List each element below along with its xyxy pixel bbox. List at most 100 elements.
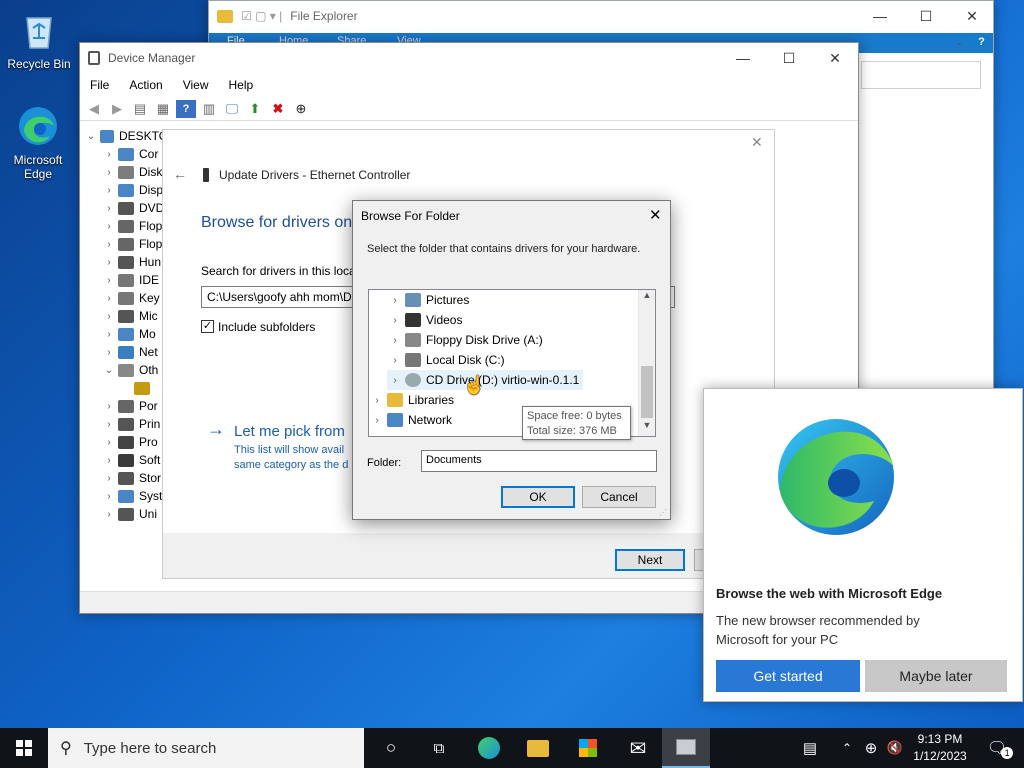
scroll-thumb[interactable] xyxy=(641,366,653,418)
folder-tree-item[interactable]: › Libraries xyxy=(369,390,454,410)
update-driver-icon[interactable]: ⬆ xyxy=(245,100,265,118)
tree-item[interactable]: › Stor xyxy=(102,469,161,487)
chevron-down-icon[interactable]: ⌄ xyxy=(84,131,98,142)
minimize-button[interactable]: — xyxy=(857,1,903,31)
action-pane-icon[interactable]: ▥ xyxy=(199,100,219,118)
tree-item[interactable]: ⌄ Oth xyxy=(102,361,159,379)
tree-item[interactable]: › Hun xyxy=(102,253,161,271)
tree-item[interactable]: › Cor xyxy=(102,145,158,163)
folder-tree-item[interactable]: › Videos xyxy=(387,310,462,330)
chevron-right-icon[interactable]: › xyxy=(387,295,403,306)
clock[interactable]: 9:13 PM 1/12/2023 xyxy=(910,728,970,768)
chevron-right-icon[interactable]: › xyxy=(369,415,385,426)
chevron-right-icon[interactable]: › xyxy=(102,329,116,340)
cortana-icon[interactable]: ○ xyxy=(368,728,414,768)
microsoft-edge-desktop-icon[interactable]: Microsoft Edge xyxy=(3,104,73,181)
tree-item[interactable]: › Net xyxy=(102,343,157,361)
taskbar-news-icon[interactable]: ▤ xyxy=(796,728,824,768)
volume-muted-icon[interactable]: 🔇 xyxy=(884,728,906,768)
quick-access-icons[interactable]: ☑ ▢ ▾ | xyxy=(241,9,282,23)
menu-help[interactable]: Help xyxy=(229,78,254,92)
properties-icon[interactable]: ▦ xyxy=(153,100,173,118)
tree-item[interactable]: › Key xyxy=(102,289,159,307)
close-icon[interactable]: ✕ xyxy=(649,206,662,224)
show-hidden-icons-chevron[interactable]: ⌃ xyxy=(838,728,856,768)
include-subfolders-checkbox[interactable]: ✓ xyxy=(201,320,214,333)
scan-hardware-icon[interactable]: 🖵 xyxy=(222,100,242,118)
cancel-button[interactable]: Cancel xyxy=(582,486,656,508)
chevron-right-icon[interactable]: › xyxy=(369,395,385,406)
chevron-right-icon[interactable]: › xyxy=(102,221,116,232)
task-view-icon[interactable]: ⧉ xyxy=(416,728,462,768)
chevron-right-icon[interactable]: › xyxy=(102,275,116,286)
maybe-later-button[interactable]: Maybe later xyxy=(865,660,1007,692)
recycle-bin-icon[interactable]: Recycle Bin xyxy=(4,8,74,71)
tree-item[interactable]: › Pro xyxy=(102,433,157,451)
chevron-right-icon[interactable]: › xyxy=(102,311,116,322)
back-arrow-icon[interactable]: ← xyxy=(173,166,187,182)
notification-center-icon[interactable]: 🗨 1 xyxy=(980,728,1020,768)
ok-button[interactable]: OK xyxy=(501,486,575,508)
chevron-right-icon[interactable]: › xyxy=(387,355,403,366)
forward-arrow-icon[interactable]: ▶ xyxy=(107,100,127,118)
next-button[interactable]: Next xyxy=(615,549,685,571)
tree-item[interactable]: › Flop xyxy=(102,235,162,253)
chevron-right-icon[interactable]: › xyxy=(102,491,116,502)
tree-item[interactable]: › Mo xyxy=(102,325,155,343)
help-icon[interactable]: ? xyxy=(973,34,990,51)
tree-item[interactable]: › Soft xyxy=(102,451,160,469)
taskbar-edge-icon[interactable] xyxy=(466,728,512,768)
tree-item[interactable]: › DVD xyxy=(102,199,162,217)
menu-action[interactable]: Action xyxy=(129,78,162,92)
tree-item[interactable]: › Disp xyxy=(102,181,162,199)
scroll-up-icon[interactable]: ▲ xyxy=(639,290,655,306)
show-hide-console-tree-icon[interactable]: ▤ xyxy=(130,100,150,118)
tree-item[interactable] xyxy=(118,379,155,397)
maximize-button[interactable]: ☐ xyxy=(766,43,812,73)
chevron-right-icon[interactable]: › xyxy=(102,509,116,520)
tree-item[interactable]: › Mic xyxy=(102,307,157,325)
chevron-right-icon[interactable]: › xyxy=(102,455,116,466)
chevron-right-icon[interactable]: › xyxy=(102,437,116,448)
chevron-right-icon[interactable]: › xyxy=(102,293,116,304)
menu-view[interactable]: View xyxy=(183,78,209,92)
let-me-pick-link[interactable]: Let me pick from xyxy=(234,423,345,440)
maximize-button[interactable]: ☐ xyxy=(903,1,949,31)
folder-tree-item[interactable]: › Pictures xyxy=(387,290,469,310)
taskbar-device-manager-icon[interactable] xyxy=(662,728,710,768)
chevron-down-icon[interactable]: ⌄ xyxy=(102,365,116,376)
taskbar-search-box[interactable]: ⚲ Type here to search xyxy=(48,728,364,768)
vertical-scrollbar[interactable]: ▲ ▼ xyxy=(638,290,655,436)
close-button[interactable]: ✕ xyxy=(812,43,858,73)
chevron-right-icon[interactable]: › xyxy=(387,335,403,346)
chevron-right-icon[interactable]: › xyxy=(387,315,403,326)
start-button[interactable] xyxy=(0,728,48,768)
tree-item[interactable]: › Uni xyxy=(102,505,157,523)
back-arrow-icon[interactable]: ◀ xyxy=(84,100,104,118)
get-started-button[interactable]: Get started xyxy=(716,660,860,692)
tree-item[interactable]: › Disk xyxy=(102,163,162,181)
chevron-right-icon[interactable]: › xyxy=(102,167,116,178)
file-explorer-search-box[interactable] xyxy=(861,61,981,89)
chevron-right-icon[interactable]: › xyxy=(102,347,116,358)
close-icon[interactable]: ✕ xyxy=(751,134,763,151)
chevron-right-icon[interactable]: › xyxy=(102,401,116,412)
chevron-right-icon[interactable]: › xyxy=(102,185,116,196)
taskbar-file-explorer-icon[interactable] xyxy=(514,728,562,768)
tree-item[interactable]: › Prin xyxy=(102,415,160,433)
menu-file[interactable]: File xyxy=(90,78,109,92)
ribbon-expand-icon[interactable]: ⌄ xyxy=(955,37,963,48)
scroll-down-icon[interactable]: ▼ xyxy=(639,420,655,436)
minimize-button[interactable]: — xyxy=(720,43,766,73)
tree-item[interactable]: › Por xyxy=(102,397,157,415)
resize-grip-icon[interactable]: ⋰ xyxy=(659,508,667,517)
uninstall-device-icon[interactable]: ✖ xyxy=(268,100,288,118)
chevron-right-icon[interactable]: › xyxy=(102,257,116,268)
taskbar-mail-icon[interactable]: ✉ xyxy=(614,728,662,768)
browse-for-folder-dialog[interactable]: Browse For Folder ✕ Select the folder th… xyxy=(352,200,671,520)
folder-tree-item[interactable]: › Network xyxy=(369,410,452,430)
chevron-right-icon[interactable]: › xyxy=(387,375,403,386)
chevron-right-icon[interactable]: › xyxy=(102,473,116,484)
chevron-right-icon[interactable]: › xyxy=(102,149,116,160)
taskbar-store-icon[interactable] xyxy=(564,728,612,768)
